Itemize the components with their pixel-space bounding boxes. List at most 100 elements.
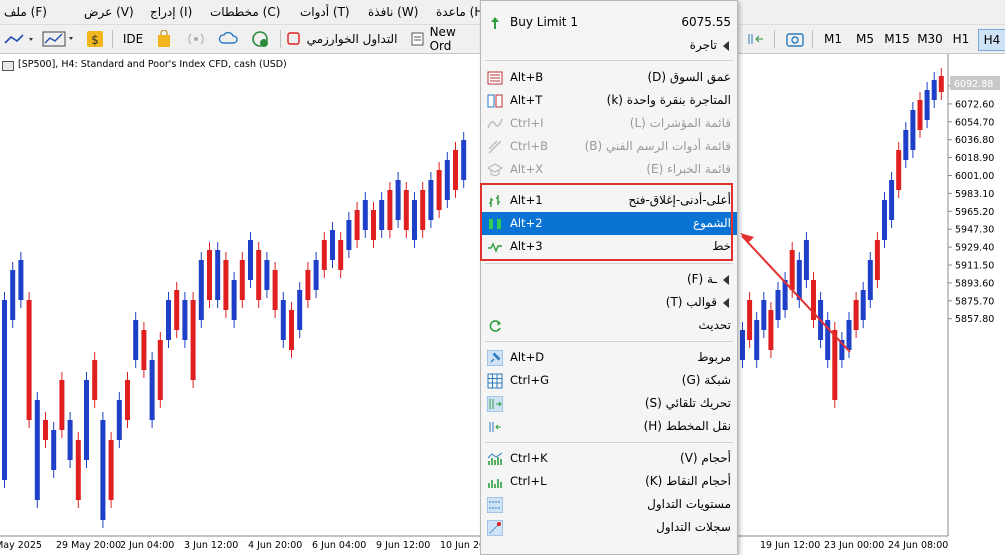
candle-body xyxy=(166,300,171,340)
candle-body xyxy=(157,340,163,400)
candle-body xyxy=(84,380,89,460)
candle-body xyxy=(207,250,212,300)
date-label: 9 Jun 12:00 xyxy=(376,540,430,551)
dollar-icon: $ xyxy=(87,31,103,47)
menu-window[interactable]: نافذة (W) xyxy=(368,5,418,19)
candle-body xyxy=(256,250,262,300)
strategy-tester-button[interactable] xyxy=(248,29,274,49)
candle-body xyxy=(108,440,114,500)
price-label: 5947.30 xyxy=(955,225,994,236)
price-label: 5911.50 xyxy=(955,261,994,272)
signal-icon xyxy=(188,33,204,45)
trade-history-icon xyxy=(487,520,503,536)
refresh-icon xyxy=(489,320,501,332)
label-tick-volumes: أحجام النقاط (K) xyxy=(645,474,731,488)
screenshot-button[interactable] xyxy=(782,29,808,49)
candle-body xyxy=(362,200,368,230)
shortcut-depth-of-market: Alt+B xyxy=(510,70,544,84)
candle-body xyxy=(387,190,393,230)
candle-body xyxy=(747,300,753,340)
market-button[interactable]: $ xyxy=(84,29,106,49)
shortcut-indicators-list: Ctrl+I xyxy=(510,116,544,130)
menu-item-chart-shift[interactable]: نقل المخطط (H) xyxy=(481,415,737,438)
new-order-button[interactable]: New Ord xyxy=(410,25,480,53)
candle-body xyxy=(789,250,795,290)
menu-item-indicators-list[interactable]: Ctrl+I قائمة المؤشرات (L) xyxy=(481,112,737,135)
market-shop-button[interactable] xyxy=(152,29,176,49)
menu-insert[interactable]: إدراج (I) xyxy=(150,5,192,19)
shortcut-pin: Alt+D xyxy=(510,350,545,364)
menu-item-trade-history[interactable]: سجلات التداول xyxy=(481,516,737,539)
menu-item-templates-submenu[interactable]: قوالب (T) xyxy=(481,291,737,314)
candle-body xyxy=(896,150,902,190)
candle-body xyxy=(116,400,122,440)
chart-shift-icon xyxy=(748,34,763,44)
timeframe-m5[interactable]: M5 xyxy=(852,29,878,49)
trade-levels-icon xyxy=(487,497,503,513)
menu-item-timeframes-submenu[interactable]: ـة (F) xyxy=(481,268,737,291)
candle-body xyxy=(889,180,895,220)
menu-item-refresh[interactable]: تحديث xyxy=(481,314,737,337)
candle-body xyxy=(354,210,360,240)
menu-item-one-click-trading[interactable]: Alt+T المتاجرة بنقرة واحدة (k) xyxy=(481,89,737,112)
candle-body xyxy=(10,270,16,320)
date-label: 19 Jun 12:00 xyxy=(760,540,820,551)
menu-item-tick-volumes[interactable]: Ctrl+L أحجام النقاط (K) xyxy=(481,470,737,493)
candle-body xyxy=(264,260,270,290)
line-tool-button[interactable] xyxy=(2,29,38,49)
menu-item-auto-scroll[interactable]: تحريك تلقائي (S) xyxy=(481,392,737,415)
candle-body xyxy=(75,440,81,500)
menu-item-trading-submenu[interactable]: تاجرة xyxy=(481,34,737,57)
candle-body xyxy=(313,260,319,290)
timeframe-m15[interactable]: M15 xyxy=(882,29,912,49)
label-grid: شبكة (G) xyxy=(681,373,731,387)
menu-item-grid[interactable]: Ctrl+G شبكة (G) xyxy=(481,369,737,392)
algo-trading-icon xyxy=(286,32,300,45)
menu-file[interactable]: ملف (F) xyxy=(4,5,47,19)
date-label: 2 Jun 04:00 xyxy=(120,540,174,551)
price-label: 6072.60 xyxy=(955,99,994,110)
chart-type-button[interactable] xyxy=(40,29,80,49)
candle-body xyxy=(174,290,180,330)
candle-body xyxy=(860,290,866,320)
price-label: 5965.20 xyxy=(955,207,994,218)
menu-item-experts-list[interactable]: Alt+X قائمة الخبراء (E) xyxy=(481,158,737,181)
algo-trading-button[interactable]: التداول الخوارزمي xyxy=(286,29,398,49)
signals-button[interactable] xyxy=(184,29,208,49)
candle-body xyxy=(34,400,40,500)
menu-item-trade-levels[interactable]: مستويات التداول xyxy=(481,493,737,516)
menu-item-pin[interactable]: Alt+D مربوط xyxy=(481,346,737,369)
menu-item-volumes[interactable]: Ctrl+K أحجام (V) xyxy=(481,447,737,470)
candle-body xyxy=(59,380,65,430)
candle-body xyxy=(182,300,188,340)
menu-item-drawing-tools-list[interactable]: Ctrl+B قائمة أدوات الرسم الفني (B) xyxy=(481,135,737,158)
candle-body xyxy=(882,200,887,240)
chart-shift-button[interactable] xyxy=(744,29,768,49)
menu-charts[interactable]: مخططات (C) xyxy=(210,5,280,19)
menu-tools[interactable]: أدوات (T) xyxy=(300,5,350,19)
depth-of-market-icon xyxy=(487,71,503,85)
submenu-arrow-icon xyxy=(723,41,729,51)
timeframe-m30[interactable]: M30 xyxy=(916,29,944,49)
timeframe-h1[interactable]: H1 xyxy=(948,29,974,49)
candle-body xyxy=(248,240,253,280)
candle-body xyxy=(775,290,781,320)
candle-body xyxy=(761,300,767,330)
candle-body xyxy=(938,76,944,92)
buy-limit-price: 6075.55 xyxy=(681,15,731,29)
timeframe-h4[interactable]: H4 xyxy=(978,29,1005,51)
chart-context-menu: Buy Limit 1 6075.55 تاجرة Alt+B عمق السو… xyxy=(480,0,738,555)
chart-type-highlight-box xyxy=(480,183,733,261)
candle-body xyxy=(832,330,838,400)
menu-view[interactable]: عرض (V) xyxy=(84,5,134,19)
candle-body xyxy=(149,360,155,420)
ide-button[interactable]: IDE xyxy=(118,29,148,49)
chart-window-icon xyxy=(2,61,14,71)
timeframe-m1[interactable]: M1 xyxy=(820,29,846,49)
vps-button[interactable] xyxy=(216,29,242,49)
menu-item-depth-of-market[interactable]: Alt+B عمق السوق (D) xyxy=(481,66,737,89)
price-label: 5983.10 xyxy=(955,189,994,200)
submenu-arrow-icon xyxy=(723,275,729,285)
candle-body xyxy=(412,200,417,240)
menu-item-buy-limit[interactable]: Buy Limit 1 6075.55 xyxy=(481,11,737,34)
